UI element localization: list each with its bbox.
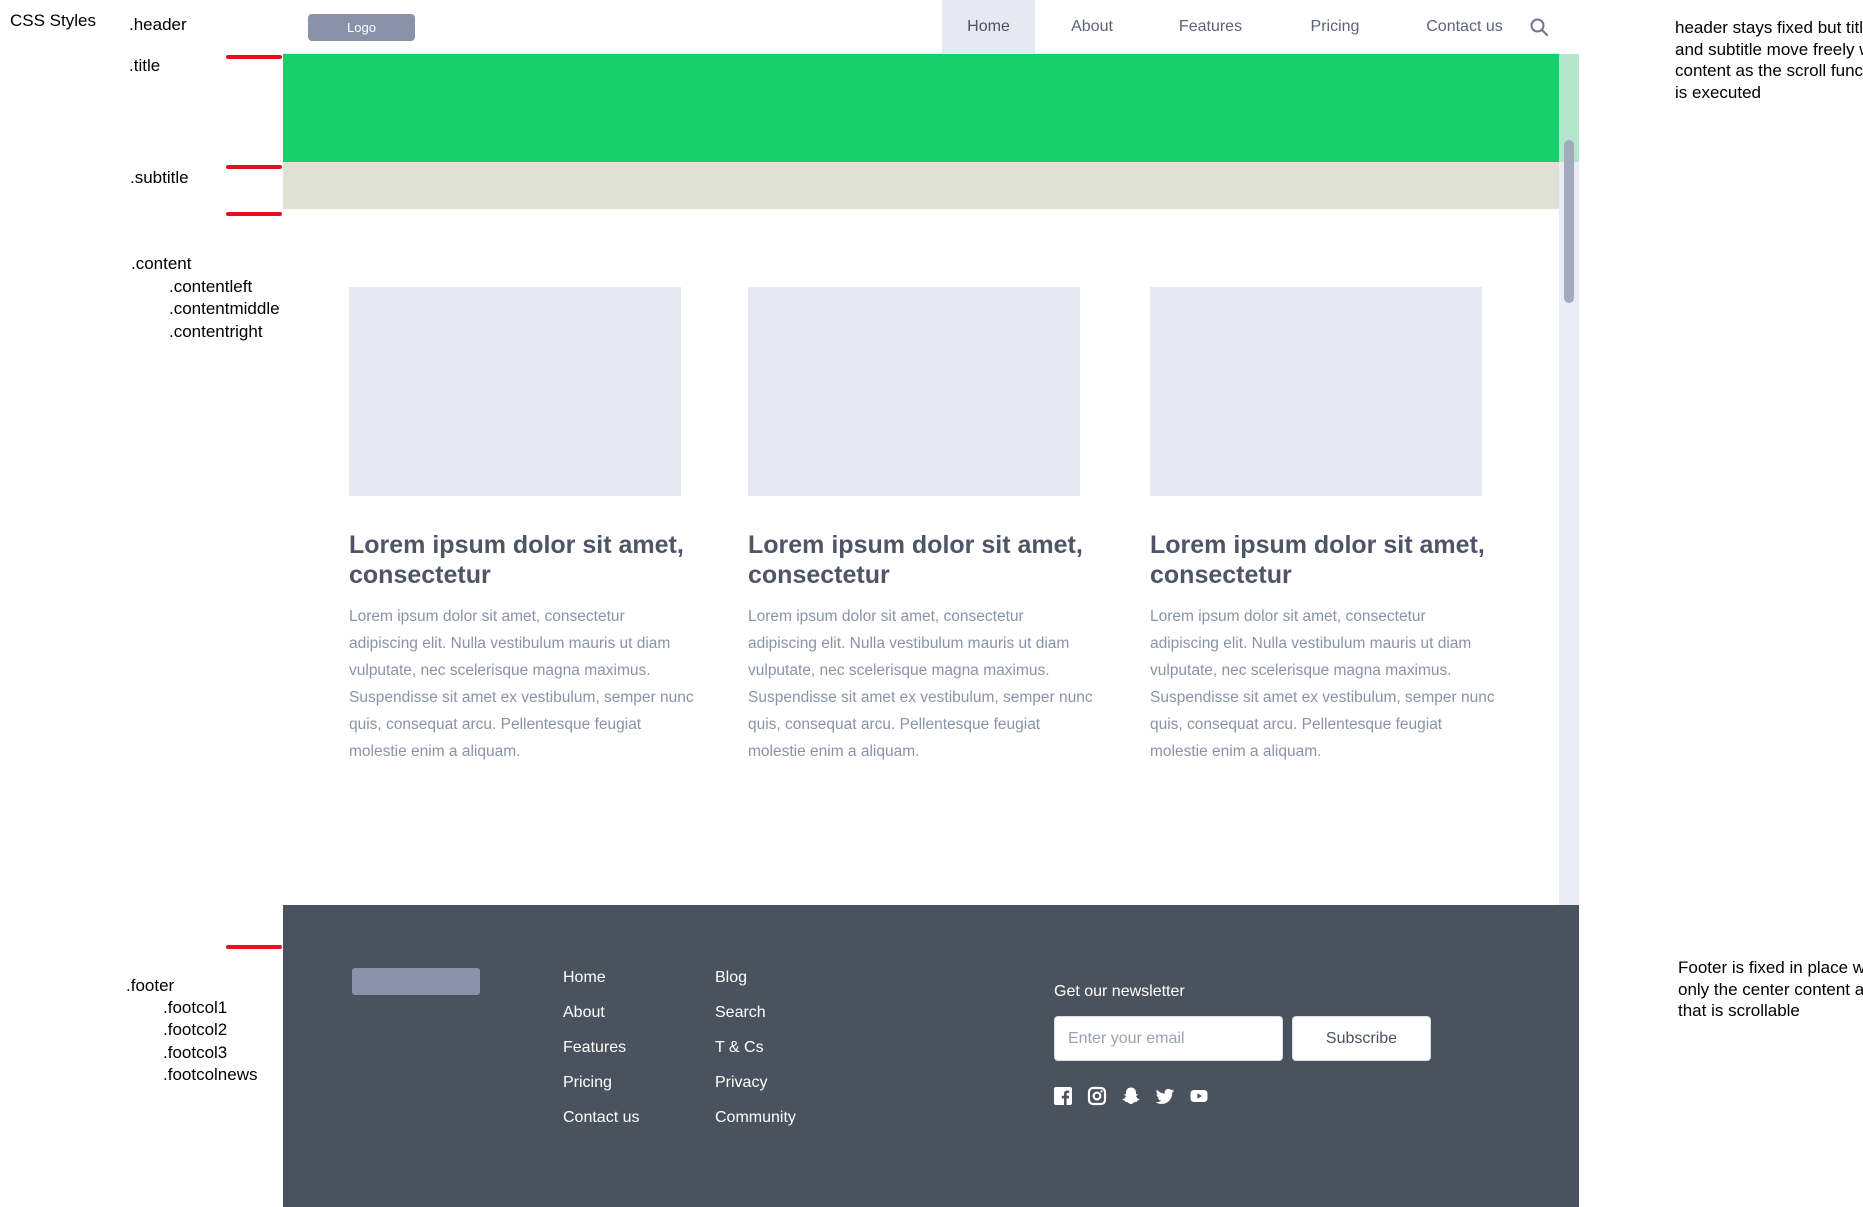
search-icon[interactable] bbox=[1529, 17, 1549, 37]
label-footcol1: .footcol1 bbox=[163, 998, 228, 1017]
title-section bbox=[283, 54, 1559, 162]
content-scrollbar[interactable] bbox=[1559, 54, 1579, 905]
label-contentmiddle: .contentmiddle bbox=[169, 299, 280, 318]
contentright-body: Lorem ipsum dolor sit amet, consectetur … bbox=[1150, 608, 1495, 760]
logo[interactable]: Logo bbox=[308, 14, 415, 41]
contentmiddle-heading: Lorem ipsum dolor sit amet, consectetur bbox=[748, 531, 1083, 589]
footer-link-tcs[interactable]: T & Cs bbox=[715, 1039, 764, 1057]
contentleft-body: Lorem ipsum dolor sit amet, consectetur … bbox=[349, 608, 694, 760]
nav-contact-us[interactable]: Contact us bbox=[1398, 0, 1531, 54]
footer-link-features[interactable]: Features bbox=[563, 1039, 626, 1057]
label-content: .content bbox=[131, 254, 192, 273]
label-footcolnews: .footcolnews bbox=[163, 1065, 258, 1084]
label-contentleft: .contentleft bbox=[169, 277, 253, 296]
footer-link-search[interactable]: Search bbox=[715, 1004, 766, 1022]
main-nav: Home About Features Pricing Contact us bbox=[942, 0, 1531, 54]
label-contentright: .contentright bbox=[169, 322, 263, 341]
footer-link-community[interactable]: Community bbox=[715, 1109, 796, 1127]
footer-link-privacy[interactable]: Privacy bbox=[715, 1074, 767, 1092]
scrollbar-thumb[interactable] bbox=[1564, 140, 1574, 303]
contentleft-image-placeholder bbox=[349, 287, 681, 496]
snapchat-icon[interactable] bbox=[1121, 1086, 1141, 1106]
contentright-heading: Lorem ipsum dolor sit amet, consectetur bbox=[1150, 531, 1485, 589]
newsletter-label: Get our newsletter bbox=[1054, 983, 1185, 1000]
footer-link-contact-us[interactable]: Contact us bbox=[563, 1109, 639, 1127]
footer-note: Footer is fixed in place with only the c… bbox=[1678, 958, 1863, 1020]
contentleft-heading: Lorem ipsum dolor sit amet, consectetur bbox=[349, 531, 684, 589]
nav-features[interactable]: Features bbox=[1149, 0, 1272, 54]
contentright-image-placeholder bbox=[1150, 287, 1482, 496]
instagram-icon[interactable] bbox=[1087, 1086, 1107, 1106]
subscribe-button[interactable]: Subscribe bbox=[1292, 1016, 1431, 1061]
label-footcol3: .footcol3 bbox=[163, 1043, 228, 1062]
youtube-icon[interactable] bbox=[1189, 1086, 1209, 1106]
header: Logo Home About Features Pricing Contact… bbox=[283, 0, 1559, 54]
content-top-marker bbox=[226, 212, 282, 216]
footer-link-blog[interactable]: Blog bbox=[715, 969, 747, 987]
footer: Home About Features Pricing Contact us B… bbox=[283, 905, 1579, 1207]
subtitle-top-marker bbox=[226, 165, 282, 169]
contentmiddle-body: Lorem ipsum dolor sit amet, consectetur … bbox=[748, 608, 1093, 760]
header-note: header stays fixed but title and subtitl… bbox=[1675, 18, 1863, 102]
title-top-marker bbox=[226, 55, 282, 59]
annotations-heading: CSS Styles bbox=[10, 11, 96, 30]
footer-top-marker bbox=[226, 945, 282, 949]
footer-logo[interactable] bbox=[352, 968, 480, 995]
label-header: .header bbox=[129, 15, 187, 34]
label-footcol2: .footcol2 bbox=[163, 1020, 228, 1039]
twitter-icon[interactable] bbox=[1155, 1086, 1175, 1106]
label-footer: .footer bbox=[126, 976, 175, 995]
footer-link-home[interactable]: Home bbox=[563, 969, 606, 987]
label-subtitle: .subtitle bbox=[130, 168, 189, 187]
footer-link-about[interactable]: About bbox=[563, 1004, 605, 1022]
subtitle-section bbox=[283, 162, 1559, 209]
label-title: .title bbox=[129, 56, 161, 75]
footer-link-pricing[interactable]: Pricing bbox=[563, 1074, 612, 1092]
facebook-icon[interactable] bbox=[1053, 1086, 1073, 1106]
contentmiddle-image-placeholder bbox=[748, 287, 1080, 496]
nav-home[interactable]: Home bbox=[942, 0, 1035, 54]
newsletter-email-input[interactable] bbox=[1054, 1016, 1283, 1061]
nav-about[interactable]: About bbox=[1035, 0, 1149, 54]
nav-pricing[interactable]: Pricing bbox=[1272, 0, 1398, 54]
page-mockup: Logo Home About Features Pricing Contact… bbox=[283, 0, 1579, 1207]
